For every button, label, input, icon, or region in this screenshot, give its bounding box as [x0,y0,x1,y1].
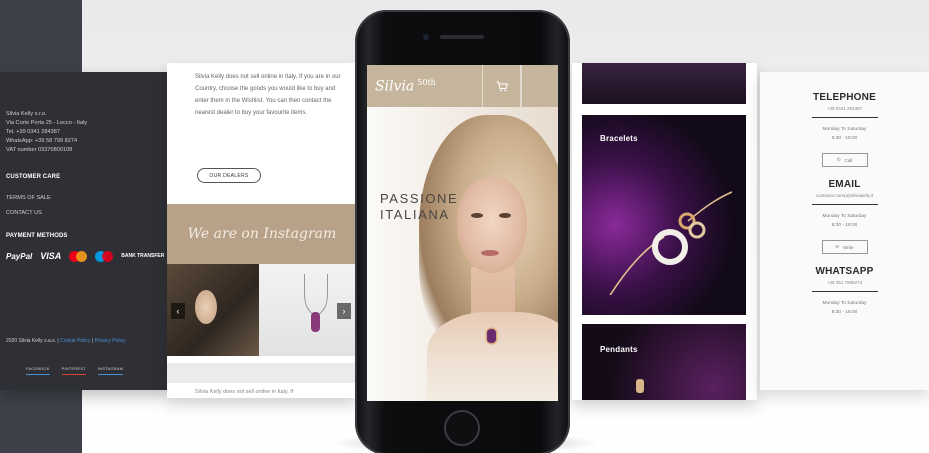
payment-methods-heading: PAYMENT METHODS [6,233,68,239]
phone-mockup: Silvia 50th PASSIONE ITALIANA [355,10,570,453]
instagram-banner-text: We are on Instagram [187,226,337,242]
divider [811,117,878,118]
cookie-policy-link[interactable]: Cookie Policy [60,338,90,344]
our-dealers-button[interactable]: OUR DEALERS [197,168,261,183]
pendant-necklace [487,329,496,343]
chevron-right-icon: › [342,306,346,316]
email-section: EMAIL customer.care(at)silviakelly.it Mo… [760,179,929,254]
whatsapp-hours-time: 8:30 - 18:00 [831,310,858,315]
showcase-stage: Silvia Kelly s.r.o. Via Corte Porta 25 -… [0,0,929,453]
copyright-line: 2020 Silvia Kelly s.a.s. | Cookie Policy… [6,337,126,346]
visa-logo: VISA [40,251,62,261]
privacy-policy-link[interactable]: Privacy Policy [94,338,125,344]
address-line: WhatsApp: +39 58 799 8274 [6,138,78,144]
model-dress [427,312,558,401]
terms-of-sale-link[interactable]: TERMS OF SALE [6,194,167,203]
call-button-label: Call [844,157,853,163]
logo-text: Silvia [375,78,415,95]
hero-title-line: ITALIANA [380,207,450,222]
pendant-image [636,379,644,393]
phone-camera [423,34,429,40]
whatsapp-heading: WHATSAPP [815,266,874,277]
paypal-logo: PayPal [6,252,33,261]
phone-speaker [440,35,484,39]
model-face [457,177,527,273]
instagram-link[interactable]: INSTAGRAM [97,364,124,375]
customer-care-heading: CUSTOMER CARE [6,174,61,180]
menu-button[interactable] [520,65,558,107]
divider [811,204,878,205]
telephone-heading: TELEPHONE [813,92,876,103]
phone-icon: ✆ [836,157,841,162]
hamburger-icon [521,65,558,107]
write-button-label: Write [843,244,854,250]
instagram-banner: We are on Instagram [167,204,357,264]
mastercard-logo [69,251,88,262]
email-hours-time: 8:30 - 18:00 [831,223,858,228]
gallery-next-button[interactable]: › [337,303,351,319]
contact-us-link[interactable]: CONTACT US [6,209,167,218]
dealers-text-repeat: Silvia Kelly does not sell online in Ita… [195,389,294,395]
envelope-icon: ✉ [835,244,840,249]
chevron-left-icon: ‹ [176,306,180,316]
social-links: FACEBOOK PINTEREST INSTAGRAM [26,364,124,375]
model-lips [481,250,499,256]
copyright-text: 2020 Silvia Kelly s.a.s. | [6,338,61,344]
anniversary-badge: 50th [417,77,436,87]
dealers-text: Silvia Kelly does not sell online in Ita… [195,74,341,116]
company-address: Silvia Kelly s.r.o. Via Corte Porta 25 -… [6,110,167,155]
email-heading: EMAIL [828,179,861,190]
address-line: VAT number 03370800108 [6,147,73,153]
phone-home-button[interactable] [444,410,480,446]
address-line: Tel. +39 0341 284387 [6,129,60,135]
whatsapp-hours-days: Monday To Saturday [822,301,867,306]
hero-title-line: PASSIONE [380,191,459,206]
cart-button[interactable] [482,65,520,107]
header-actions [482,65,558,107]
maestro-logo [95,251,114,262]
address-line: Silvia Kelly s.r.o. [6,111,47,117]
email-hours-days: Monday To Saturday [822,214,867,219]
cart-icon [496,81,508,91]
instagram-gallery [167,264,357,356]
bracelet-image [599,155,745,308]
telephone-number: +39 0341 284387 [826,106,863,111]
model-eye [499,213,511,218]
jewelry-panel: Bracelets Pendants [572,63,757,400]
hero-banner: PASSIONE ITALIANA [367,107,558,401]
category-label: Pendants [600,345,638,354]
address-line: Via Corte Porta 25 - Lecco - Italy [6,120,88,126]
telephone-hours-time: 8:30 - 18:00 [831,136,858,141]
payment-logos: PayPal VISA BANK TRANSFER [6,251,167,262]
category-label: Bracelets [600,134,638,143]
facebook-link[interactable]: FACEBOOK [26,364,50,375]
model-eye [471,213,483,218]
contact-panel: TELEPHONE +39 0341 284387 Monday To Satu… [760,72,929,390]
whatsapp-number: +39 351 7999274 [826,280,863,285]
brand-logo[interactable]: Silvia 50th [375,78,443,95]
pinterest-link[interactable]: PINTEREST [61,364,86,375]
call-button[interactable]: ✆ Call [821,153,868,167]
category-card-top[interactable] [582,63,746,104]
category-card-bracelets[interactable]: Bracelets [582,115,746,315]
divider [811,291,878,292]
gallery-prev-button[interactable]: ‹ [171,303,185,319]
dealers-panel: Silvia Kelly does not sell online in Ita… [167,63,357,398]
write-button[interactable]: ✉ Write [821,240,868,254]
bank-transfer-logo: BANK TRANSFER [121,253,165,259]
telephone-hours-days: Monday To Saturday [822,127,867,132]
footer-panel: Silvia Kelly s.r.o. Via Corte Porta 25 -… [0,72,167,390]
section-divider [167,363,357,383]
phone-screen: Silvia 50th PASSIONE ITALIANA [367,65,558,401]
mobile-header: Silvia 50th [367,65,558,107]
category-card-pendants[interactable]: Pendants [582,324,746,400]
email-address: customer.care(at)silviakelly.it [815,193,874,198]
hero-title: PASSIONE ITALIANA [380,191,458,223]
whatsapp-section: WHATSAPP +39 351 7999274 Monday To Satur… [760,266,929,317]
telephone-section: TELEPHONE +39 0341 284387 Monday To Satu… [760,92,929,167]
